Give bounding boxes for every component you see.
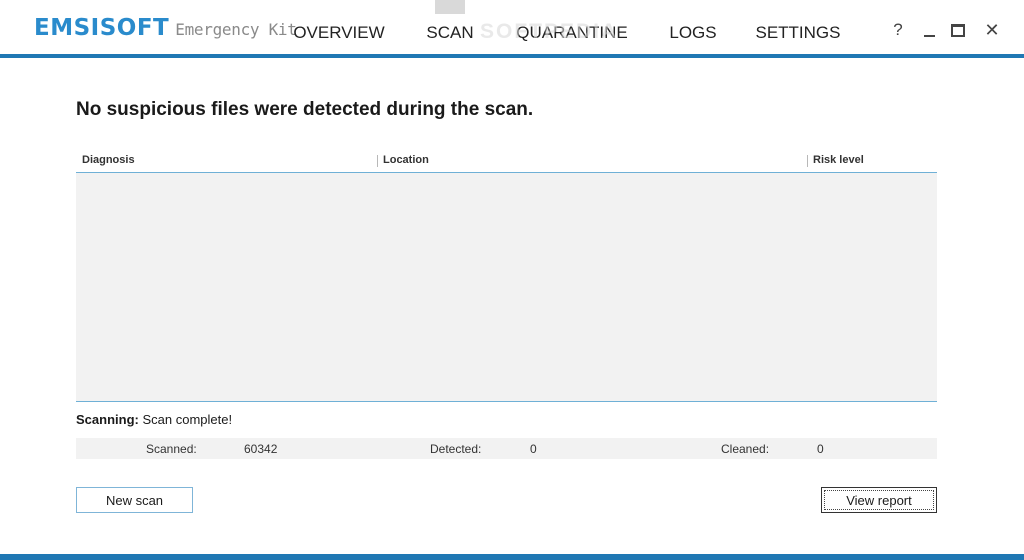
nav-tab-scan[interactable]: SCAN bbox=[418, 0, 482, 54]
detected-label: Detected: bbox=[430, 442, 482, 456]
cleaned-label: Cleaned: bbox=[721, 442, 770, 456]
column-separator[interactable] bbox=[807, 155, 808, 167]
scan-status-label: Scanning: bbox=[76, 412, 139, 427]
table-body[interactable] bbox=[76, 173, 937, 402]
bottom-accent-bar bbox=[0, 554, 1024, 560]
nav-tab-settings[interactable]: SETTINGS bbox=[752, 0, 844, 54]
cleaned-value: 0 bbox=[817, 442, 824, 456]
minimize-button[interactable] bbox=[917, 18, 941, 42]
scan-status-value: Scan complete! bbox=[142, 412, 233, 427]
maximize-button[interactable] bbox=[946, 18, 970, 42]
maximize-icon bbox=[951, 24, 965, 38]
table-header: Diagnosis Location Risk level bbox=[76, 150, 937, 173]
detections-table: Diagnosis Location Risk level bbox=[76, 150, 937, 402]
help-button[interactable]: ? bbox=[886, 18, 910, 42]
column-header-risk-level[interactable]: Risk level bbox=[813, 154, 864, 166]
app-logo: EMSISOFT Emergency Kit bbox=[34, 15, 297, 45]
detected-value: 0 bbox=[530, 442, 537, 456]
view-report-button[interactable]: View report bbox=[821, 487, 937, 513]
app-brand: EMSISOFT bbox=[34, 15, 170, 41]
close-button[interactable]: ✕ bbox=[980, 18, 1004, 42]
nav-tab-overview[interactable]: OVERVIEW bbox=[290, 0, 388, 54]
app-product-name: Emergency Kit bbox=[175, 20, 297, 39]
column-header-diagnosis[interactable]: Diagnosis bbox=[82, 154, 135, 166]
scanned-value: 60342 bbox=[244, 442, 278, 456]
title-bar: EMSISOFT Emergency Kit OVERVIEW SCAN QUAR… bbox=[0, 0, 1024, 58]
result-heading: No suspicious files were detected during… bbox=[76, 99, 534, 120]
minimize-icon bbox=[923, 34, 935, 37]
scan-status: Scanning: Scan complete! bbox=[76, 412, 232, 427]
column-header-location[interactable]: Location bbox=[383, 154, 429, 166]
new-scan-button[interactable]: New scan bbox=[76, 487, 193, 513]
nav-tab-logs[interactable]: LOGS bbox=[662, 0, 724, 54]
column-separator[interactable] bbox=[377, 155, 378, 167]
nav-tab-quarantine[interactable]: QUARANTINE bbox=[512, 0, 632, 54]
scan-stats: Scanned: 60342 Detected: 0 Cleaned: 0 bbox=[76, 438, 937, 459]
scanned-label: Scanned: bbox=[146, 442, 197, 456]
